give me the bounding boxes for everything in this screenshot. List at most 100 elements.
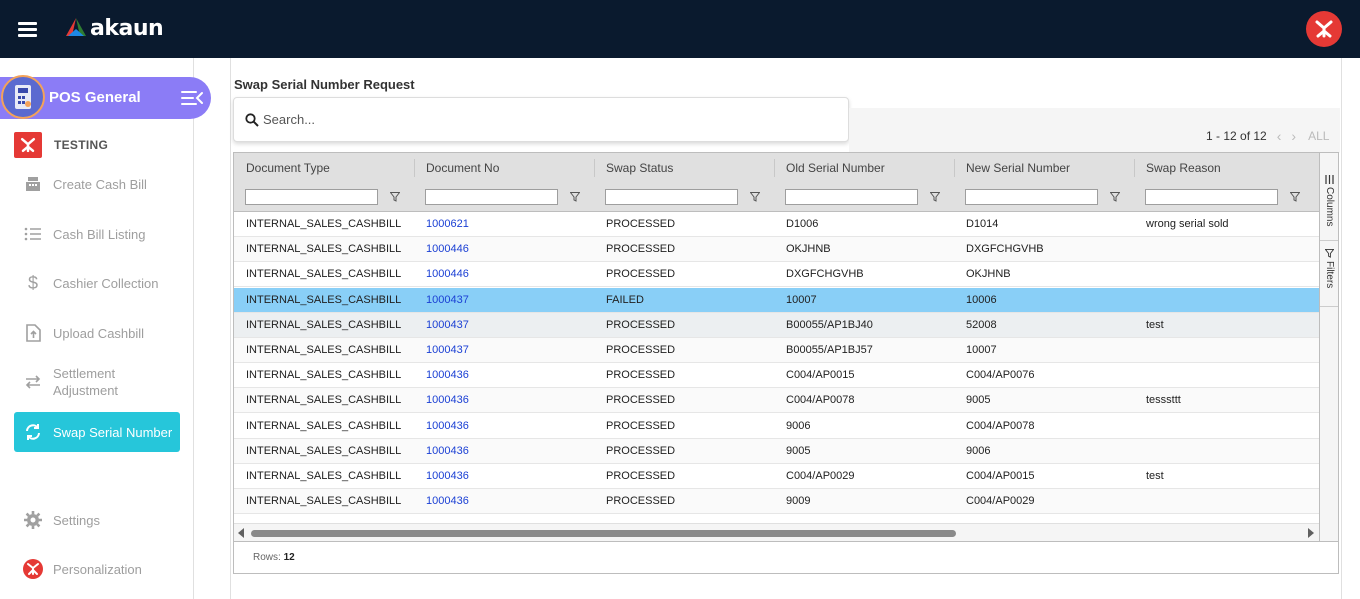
pagination: 1 - 12 of 12 ‹ › ALL [1206, 128, 1329, 144]
columns-tab[interactable]: Columns [1320, 175, 1338, 241]
table-row[interactable]: INTERNAL_SALES_CASHBILL 1000436 PROCESSED C… [234, 464, 1319, 489]
filter-icon[interactable] [750, 192, 760, 202]
table-cell: C004/AP0029 [786, 470, 855, 482]
filter-icon[interactable] [570, 192, 580, 202]
prev-page-icon[interactable]: ‹ [1277, 128, 1282, 144]
document-link[interactable]: 1000437 [414, 313, 594, 338]
table-cell: INTERNAL_SALES_CASHBILL [246, 470, 402, 482]
scroll-left-icon[interactable] [238, 528, 244, 538]
table-cell: INTERNAL_SALES_CASHBILL [246, 495, 402, 508]
data-grid: Document Type Document No Swap Status Ol… [233, 152, 1339, 574]
table-row[interactable]: INTERNAL_SALES_CASHBILL 1000437 PROCESSED B… [234, 338, 1319, 363]
table-cell: C004/AP0078 [786, 394, 855, 407]
scrollbar-thumb[interactable] [251, 530, 956, 537]
filters-tab[interactable]: Filters [1320, 249, 1338, 307]
filter-input[interactable] [785, 189, 918, 205]
column-filter [605, 189, 760, 205]
nav-cash-bill-listing[interactable]: Cash Bill Listing [14, 214, 180, 254]
company-selector[interactable]: TESTING [14, 132, 108, 158]
refresh-icon [22, 421, 44, 443]
table-cell: INTERNAL_SALES_CASHBILL [246, 419, 402, 432]
next-page-icon[interactable]: › [1291, 128, 1296, 144]
column-filter [1145, 189, 1300, 205]
document-link[interactable]: 1000437 [414, 338, 594, 363]
table-row[interactable]: INTERNAL_SALES_CASHBILL 1000436 PROCESSED 9… [234, 489, 1319, 515]
table-cell [1134, 338, 1314, 363]
rows-count-label: Rows: [253, 552, 281, 563]
nav-swap-serial-number[interactable]: Swap Serial Number [14, 412, 180, 452]
table-row[interactable]: INTERNAL_SALES_CASHBILL 1000436 PROCESSED C… [234, 363, 1319, 389]
table-cell: C004/AP0076 [966, 369, 1035, 382]
document-link[interactable]: 1000436 [414, 439, 594, 464]
column-header[interactable]: Old Serial Number [774, 153, 954, 183]
search-input[interactable] [263, 112, 823, 127]
table-cell [1134, 363, 1314, 388]
table-row[interactable]: INTERNAL_SALES_CASHBILL 1000436 PROCESSED 9… [234, 414, 1319, 439]
nav-settlement-adjustment[interactable]: Settlement Adjustment [14, 362, 180, 402]
nav-upload-cashbill[interactable]: Upload Cashbill [14, 313, 180, 353]
column-header[interactable]: Swap Status [594, 153, 774, 183]
document-link[interactable]: 1000436 [414, 489, 594, 514]
sidebar: POS General TESTING Create Cash Bill Cas… [0, 58, 211, 599]
filter-icon[interactable] [390, 192, 400, 202]
table-cell: PROCESSED [606, 344, 676, 356]
document-link[interactable]: 1000436 [414, 388, 594, 413]
filter-input[interactable] [1145, 189, 1278, 205]
nav-personalization[interactable]: Personalization [14, 549, 180, 589]
table-row[interactable]: INTERNAL_SALES_CASHBILL 1000437 PROCESSED B… [234, 312, 1319, 338]
filters-tab-label: Filters [1324, 261, 1335, 289]
table-cell: 9009 [786, 495, 811, 508]
collapse-menu-icon[interactable] [181, 89, 203, 107]
table-row[interactable]: INTERNAL_SALES_CASHBILL 1000446 PROCESSED D… [234, 262, 1319, 288]
module-header[interactable]: POS General [0, 75, 211, 119]
search-box[interactable] [233, 97, 849, 142]
scroll-right-icon[interactable] [1308, 528, 1314, 538]
nav-cashier-collection[interactable]: $ Cashier Collection [14, 263, 180, 303]
filter-icon[interactable] [1110, 192, 1120, 202]
column-header[interactable]: New Serial Number [954, 153, 1134, 183]
table-row[interactable]: INTERNAL_SALES_CASHBILL 1000446 PROCESSED O… [234, 237, 1319, 263]
document-link[interactable]: 1000436 [414, 363, 594, 388]
table-cell: C004/AP0015 [786, 369, 855, 382]
document-link[interactable]: 1000621 [414, 212, 594, 237]
document-link[interactable]: 1000446 [414, 262, 594, 287]
filter-input[interactable] [425, 189, 558, 205]
brand-icon [22, 558, 44, 580]
search-icon [245, 112, 259, 127]
table-cell [1134, 288, 1314, 313]
app-logo[interactable]: akaun [64, 14, 164, 42]
filter-input[interactable] [605, 189, 738, 205]
document-link[interactable]: 1000436 [414, 414, 594, 439]
show-all-button[interactable]: ALL [1308, 129, 1329, 143]
swap-arrows-icon [22, 371, 44, 393]
nav-create-cash-bill[interactable]: Create Cash Bill [14, 164, 180, 204]
nav-label: Personalization [53, 561, 142, 577]
nav-settings[interactable]: Settings [14, 500, 180, 540]
column-filter [425, 189, 580, 205]
column-header[interactable]: Document Type [234, 153, 414, 183]
nav-label: Cashier Collection [53, 275, 159, 291]
menu-icon[interactable] [18, 22, 37, 37]
table-cell: OKJHNB [786, 243, 831, 256]
table-cell: 9005 [786, 444, 811, 457]
table-row[interactable]: INTERNAL_SALES_CASHBILL 1000437 FAILED 1000… [234, 287, 1319, 313]
column-header[interactable]: Swap Reason [1134, 153, 1314, 183]
column-header[interactable]: Document No [414, 153, 594, 183]
table-row[interactable]: INTERNAL_SALES_CASHBILL 1000621 PROCESSED D… [234, 212, 1319, 237]
table-cell: C004/AP0029 [966, 495, 1035, 508]
document-link[interactable]: 1000446 [414, 237, 594, 262]
table-row[interactable]: INTERNAL_SALES_CASHBILL 1000436 PROCESSED C… [234, 388, 1319, 414]
column-filter [785, 189, 940, 205]
horizontal-scrollbar[interactable] [234, 523, 1319, 541]
filter-icon[interactable] [1290, 192, 1300, 202]
user-avatar[interactable] [1306, 11, 1342, 47]
filter-input[interactable] [965, 189, 1098, 205]
nav-label: Settlement Adjustment [53, 366, 119, 398]
pos-terminal-icon [1, 75, 45, 119]
document-link[interactable]: 1000436 [414, 464, 594, 489]
document-link[interactable]: 1000437 [414, 288, 594, 313]
table-row[interactable]: INTERNAL_SALES_CASHBILL 1000436 PROCESSED 9… [234, 438, 1319, 464]
filter-icon[interactable] [930, 192, 940, 202]
filter-input[interactable] [245, 189, 378, 205]
table-cell: 9006 [786, 419, 811, 432]
